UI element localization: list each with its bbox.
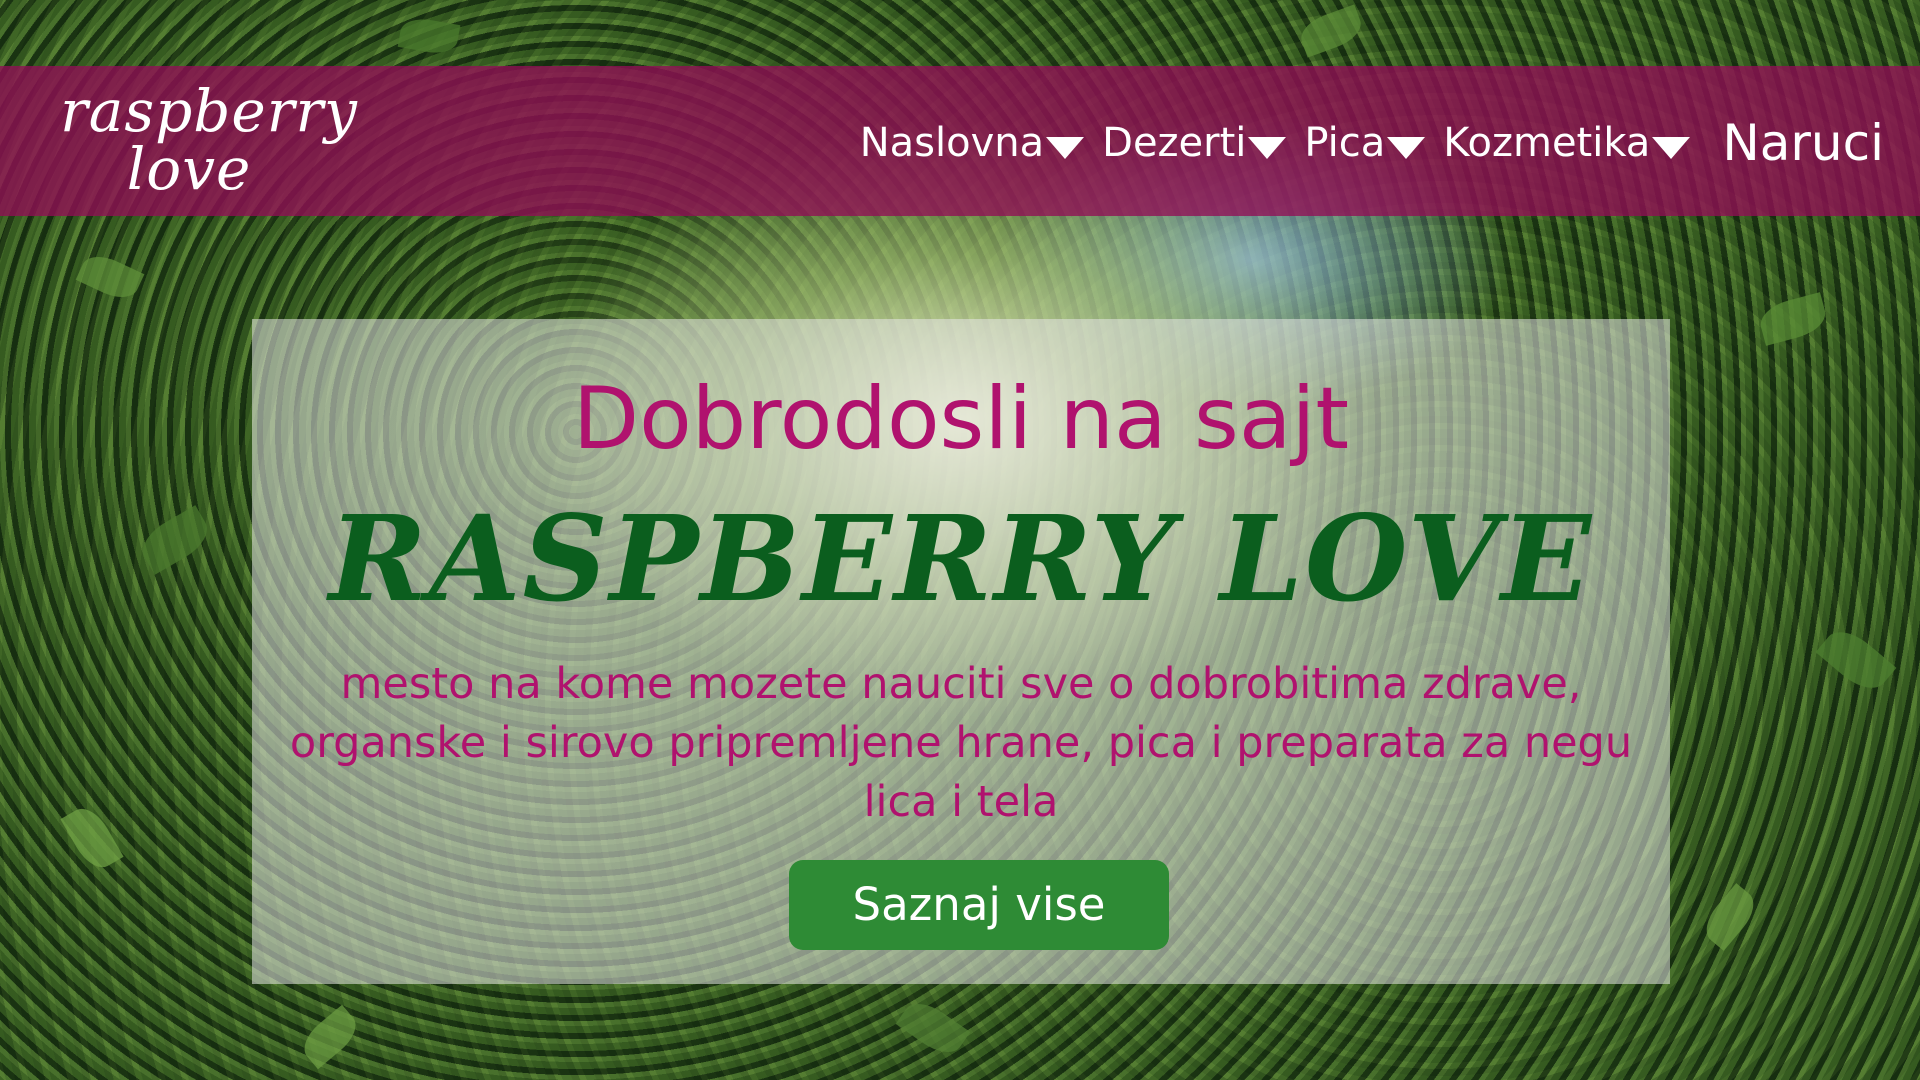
nav-item-label: Pica: [1304, 120, 1386, 166]
nav-item-kozmetika[interactable]: Kozmetika: [1443, 120, 1691, 166]
logo-line-2: love: [126, 135, 252, 203]
hero-description: mesto na kome mozete nauciti sve o dobro…: [289, 659, 1633, 827]
learn-more-button[interactable]: Saznaj vise: [789, 860, 1169, 950]
nav-item-label: Naslovna: [859, 120, 1045, 166]
logo-line-1: raspberry: [60, 77, 358, 145]
site-logo[interactable]: raspberry love: [44, 82, 374, 198]
hero-brand-title: RASPBERRY LOVE: [328, 489, 1594, 628]
caret-down-icon[interactable]: [1248, 137, 1287, 159]
header-bar: raspberry love Naslovna Dezerti Pica Koz…: [0, 66, 1920, 216]
hero-welcome-heading: Dobrodosli na sajt: [572, 369, 1350, 469]
nav-item-dezerti[interactable]: Dezerti: [1102, 120, 1287, 166]
hero-card: Dobrodosli na sajt RASPBERRY LOVE mesto …: [252, 319, 1670, 984]
caret-down-icon[interactable]: [1387, 137, 1426, 159]
nav-item-naruci[interactable]: Naruci: [1722, 114, 1884, 172]
nav-item-label: Dezerti: [1102, 120, 1247, 166]
caret-down-icon[interactable]: [1046, 137, 1085, 159]
nav-item-pica[interactable]: Pica: [1304, 120, 1426, 166]
main-navigation: Naslovna Dezerti Pica Kozmetika Naruci: [860, 114, 1884, 172]
caret-down-icon[interactable]: [1652, 137, 1691, 159]
nav-item-label: Kozmetika: [1443, 120, 1651, 166]
nav-item-naslovna[interactable]: Naslovna: [859, 120, 1085, 166]
